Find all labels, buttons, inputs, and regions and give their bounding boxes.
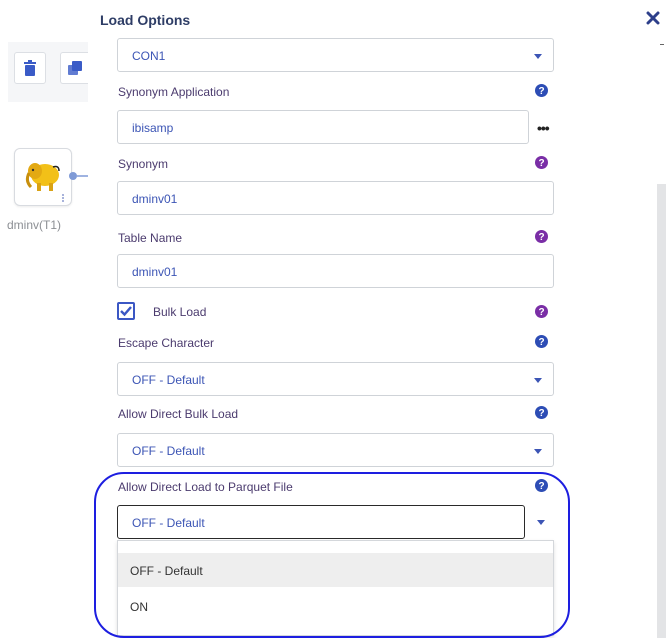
node-connector[interactable] xyxy=(69,172,77,180)
canvas-toolbar xyxy=(8,42,88,102)
delete-button[interactable] xyxy=(14,52,46,84)
allow-direct-bulk-load-label: Allow Direct Bulk Load xyxy=(118,407,239,421)
browse-button[interactable]: ••• xyxy=(537,120,550,136)
trash-icon xyxy=(24,60,36,76)
allow-direct-load-parquet-value: OFF - Default xyxy=(132,516,205,530)
svg-text:?: ? xyxy=(538,158,544,169)
node-link-line xyxy=(77,175,88,177)
dialog-title: Load Options xyxy=(100,12,191,28)
close-icon[interactable] xyxy=(646,11,660,25)
hadoop-elephant-icon xyxy=(25,163,60,191)
chevron-down-icon xyxy=(534,449,542,454)
chevron-down-icon xyxy=(534,54,542,59)
scroll-marker xyxy=(660,44,664,45)
help-icon[interactable]: ? xyxy=(535,305,548,318)
workflow-canvas: dminv(T1) xyxy=(0,0,88,638)
chevron-down-icon xyxy=(537,520,545,525)
node-label: dminv(T1) xyxy=(7,218,62,232)
check-icon xyxy=(120,306,132,317)
node-menu-icon[interactable] xyxy=(61,193,65,203)
svg-text:?: ? xyxy=(538,408,544,419)
dropdown-option-label: OFF - Default xyxy=(130,564,203,578)
table-name-value: dminv01 xyxy=(132,265,178,279)
table-name-label: Table Name xyxy=(118,231,183,245)
stack-icon xyxy=(67,61,82,75)
svg-text:?: ? xyxy=(538,307,544,318)
dialog-header: Load Options xyxy=(88,0,666,38)
synonym-value: dminv01 xyxy=(132,192,178,206)
allow-direct-bulk-load-select[interactable]: OFF - Default xyxy=(117,433,554,467)
escape-character-select[interactable]: OFF - Default xyxy=(117,362,554,396)
escape-character-value: OFF - Default xyxy=(132,373,205,387)
bulk-load-label: Bulk Load xyxy=(153,305,207,319)
parquet-options-list: OFF - Default ON xyxy=(117,540,554,636)
help-icon[interactable]: ? xyxy=(535,406,548,419)
help-icon[interactable]: ? xyxy=(535,156,548,169)
hadoop-node[interactable] xyxy=(14,148,72,206)
help-icon[interactable]: ? xyxy=(535,335,548,348)
svg-text:?: ? xyxy=(538,86,544,97)
help-icon[interactable]: ? xyxy=(535,230,548,243)
allow-direct-load-parquet-label: Allow Direct Load to Parquet File xyxy=(118,480,293,494)
parquet-dropdown-toggle[interactable] xyxy=(528,505,554,539)
synonym-application-input[interactable]: ibisamp xyxy=(117,110,529,144)
svg-text:?: ? xyxy=(538,232,544,243)
allow-direct-bulk-load-value: OFF - Default xyxy=(132,444,205,458)
chevron-down-icon xyxy=(534,378,542,383)
dropdown-option-label: ON xyxy=(130,600,148,614)
synonym-application-value: ibisamp xyxy=(132,121,174,135)
dropdown-option[interactable]: ON xyxy=(118,589,553,623)
svg-text:?: ? xyxy=(538,337,544,348)
escape-character-label: Escape Character xyxy=(118,336,215,350)
dropdown-option[interactable]: OFF - Default xyxy=(118,553,553,587)
bulk-load-checkbox[interactable] xyxy=(117,302,135,320)
allow-direct-load-parquet-select[interactable]: OFF - Default xyxy=(117,505,525,539)
synonym-application-label: Synonym Application xyxy=(118,85,230,99)
help-icon[interactable]: ? xyxy=(535,479,548,492)
help-icon[interactable]: ? xyxy=(535,84,548,97)
synonym-label: Synonym xyxy=(118,157,169,171)
svg-text:?: ? xyxy=(538,481,544,492)
connection-select[interactable]: CON1 xyxy=(117,38,554,72)
synonym-input[interactable]: dminv01 xyxy=(117,181,554,215)
connection-value: CON1 xyxy=(132,49,166,63)
table-name-input[interactable]: dminv01 xyxy=(117,254,554,288)
copy-button[interactable] xyxy=(60,52,88,84)
scrollbar-thumb[interactable] xyxy=(657,184,666,638)
